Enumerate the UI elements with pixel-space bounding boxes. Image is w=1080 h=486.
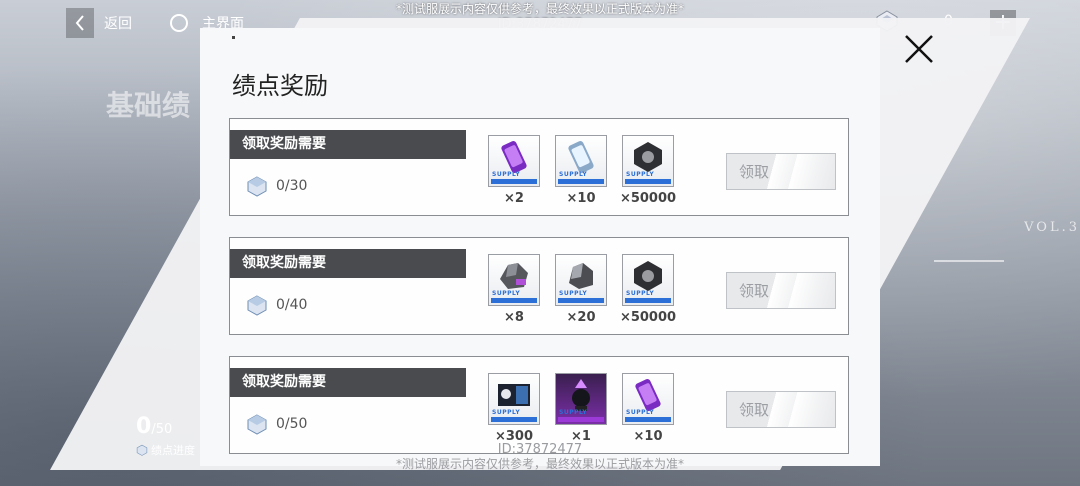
modal-title: 绩点奖励 bbox=[232, 72, 328, 100]
total-progress-max: /50 bbox=[151, 422, 173, 437]
requirement-label: 领取奖励需要 bbox=[230, 368, 466, 397]
supply-label: SUPPLY bbox=[559, 409, 588, 416]
reward-item[interactable]: SUPPLY ×20 bbox=[555, 254, 607, 325]
test-server-notice-bottom: ID:37872477 *测试服展示内容仅供参考，最终效果以正式版本为准* bbox=[0, 442, 1080, 472]
purple-capsule-icon bbox=[635, 379, 661, 411]
reward-tile: SUPPLY bbox=[555, 254, 607, 306]
reward-tile: SUPPLY bbox=[555, 135, 607, 187]
reward-tile: SUPPLY bbox=[488, 135, 540, 187]
reward-quantity: ×50000 bbox=[619, 191, 677, 206]
reward-tile: SUPPLY bbox=[488, 373, 540, 425]
supply-label: SUPPLY bbox=[626, 290, 655, 297]
reward-tile: SUPPLY bbox=[622, 373, 674, 425]
cube-icon bbox=[247, 414, 267, 435]
total-progress-value: 0 bbox=[136, 414, 152, 439]
reward-item[interactable]: SUPPLY ×10 bbox=[622, 373, 674, 444]
rarity-stripe bbox=[558, 179, 604, 184]
supply-label: SUPPLY bbox=[492, 171, 521, 178]
reward-item[interactable]: SUPPLY ×300 bbox=[488, 373, 540, 444]
supply-label: SUPPLY bbox=[492, 409, 521, 416]
reward-row-3: 领取奖励需要 0/50 SUPPLY ×300 SUPPLY ×1 SUPPLY… bbox=[229, 356, 849, 454]
rarity-stripe bbox=[558, 417, 604, 422]
character-card-icon bbox=[498, 384, 530, 406]
supply-label: SUPPLY bbox=[559, 290, 588, 297]
cube-icon bbox=[247, 176, 267, 197]
reward-quantity: ×50000 bbox=[619, 310, 677, 325]
reward-item[interactable]: SUPPLY ×50000 bbox=[620, 135, 676, 206]
claim-button[interactable]: 领取 bbox=[726, 272, 836, 309]
requirement-label: 领取奖励需要 bbox=[230, 249, 466, 278]
gray-ore-icon bbox=[569, 263, 593, 289]
supply-label: SUPPLY bbox=[492, 290, 521, 297]
reward-tile: SUPPLY bbox=[622, 254, 674, 306]
progress-value: 0/30 bbox=[276, 178, 308, 194]
cube-icon bbox=[247, 295, 267, 316]
rarity-stripe bbox=[625, 298, 671, 303]
purple-capsule-icon bbox=[501, 141, 527, 173]
reward-item[interactable]: SUPPLY ×50000 bbox=[620, 254, 676, 325]
background-vol-label: VOL.3 bbox=[1024, 220, 1080, 235]
supply-label: SUPPLY bbox=[559, 171, 588, 178]
rarity-stripe bbox=[625, 417, 671, 422]
reward-item[interactable]: SUPPLY ×2 bbox=[488, 135, 540, 206]
progress-value: 0/50 bbox=[276, 416, 308, 432]
reward-quantity: ×20 bbox=[566, 310, 596, 325]
supply-label: SUPPLY bbox=[626, 409, 655, 416]
reward-item[interactable]: SUPPLY ×8 bbox=[488, 254, 540, 325]
title-accent-dot bbox=[232, 36, 235, 39]
reward-item[interactable]: SUPPLY ×10 bbox=[555, 135, 607, 206]
rarity-stripe bbox=[625, 179, 671, 184]
close-button[interactable] bbox=[900, 30, 938, 68]
reward-row-2: 领取奖励需要 0/40 SUPPLY ×8 SUPPLY ×20 SUPPLY … bbox=[229, 237, 849, 335]
reward-quantity: ×10 bbox=[566, 191, 596, 206]
background-divider bbox=[934, 260, 1004, 262]
reward-row-1: 领取奖励需要 0/30 SUPPLY ×2 SUPPLY ×10 SUPPLY … bbox=[229, 118, 849, 216]
hex-nut-icon bbox=[634, 261, 662, 291]
reward-tile: SUPPLY bbox=[488, 254, 540, 306]
row-progress: 0/30 bbox=[246, 175, 307, 197]
reward-tile: SUPPLY bbox=[622, 135, 674, 187]
row-progress: 0/40 bbox=[246, 294, 307, 316]
reward-item[interactable]: SUPPLY ×1 bbox=[555, 373, 607, 444]
row-progress: 0/50 bbox=[246, 413, 307, 435]
reward-quantity: ×2 bbox=[504, 191, 524, 206]
rarity-stripe bbox=[491, 179, 537, 184]
trophy-orb-icon bbox=[572, 379, 590, 411]
crystal-capsule-icon bbox=[568, 141, 594, 173]
close-icon bbox=[905, 35, 933, 63]
notice-text: *测试服展示内容仅供参考，最终效果以正式版本为准* bbox=[395, 2, 684, 16]
progress-value: 0/40 bbox=[276, 297, 308, 313]
background-title: 基础绩 bbox=[106, 89, 191, 122]
requirement-label: 领取奖励需要 bbox=[230, 130, 466, 159]
supply-label: SUPPLY bbox=[626, 171, 655, 178]
reward-quantity: ×8 bbox=[504, 310, 524, 325]
claim-button[interactable]: 领取 bbox=[726, 153, 836, 190]
notice-text: *测试服展示内容仅供参考，最终效果以正式版本为准* bbox=[395, 457, 684, 471]
ore-chunk-icon bbox=[500, 263, 528, 289]
total-progress: 0/50 绩点进度 bbox=[136, 414, 195, 457]
notice-id: ID:37872477 bbox=[497, 442, 583, 457]
rarity-stripe bbox=[558, 298, 604, 303]
claim-button[interactable]: 领取 bbox=[726, 391, 836, 428]
rarity-stripe bbox=[491, 417, 537, 422]
hex-nut-icon bbox=[634, 142, 662, 172]
rarity-stripe bbox=[491, 298, 537, 303]
reward-tile: SUPPLY bbox=[555, 373, 607, 425]
